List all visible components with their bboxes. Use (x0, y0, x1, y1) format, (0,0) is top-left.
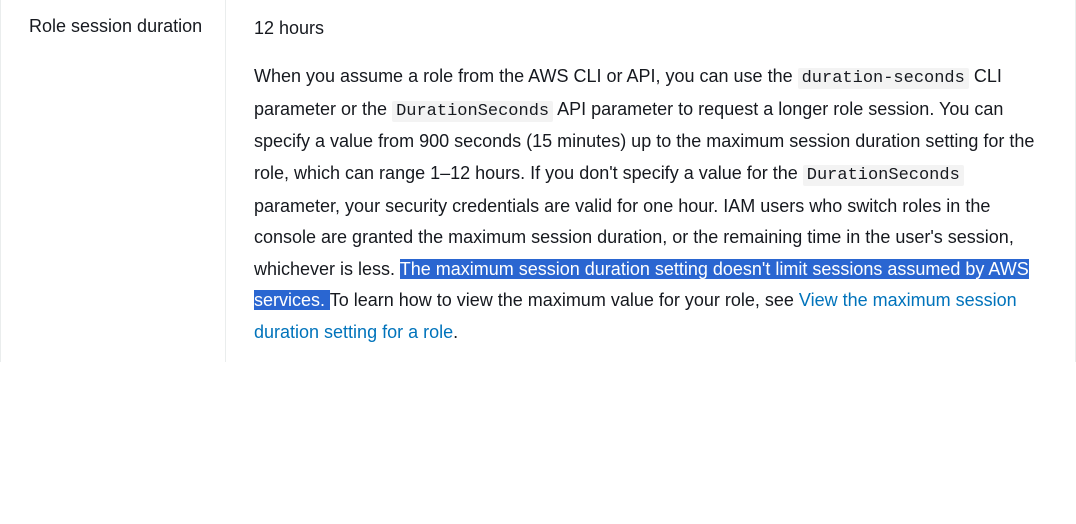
label-column: Role session duration (1, 0, 226, 362)
code-duration-seconds-api: DurationSeconds (392, 101, 553, 122)
role-session-row: Role session duration 12 hours When you … (0, 0, 1076, 362)
code-duration-seconds: duration-seconds (798, 68, 969, 89)
code-duration-seconds-param: DurationSeconds (803, 165, 964, 186)
value-column: 12 hours When you assume a role from the… (226, 0, 1075, 362)
field-description: When you assume a role from the AWS CLI … (254, 61, 1047, 348)
field-label: Role session duration (29, 14, 205, 39)
desc-text-1: When you assume a role from the AWS CLI … (254, 66, 798, 86)
desc-text-6: . (453, 322, 458, 342)
field-value: 12 hours (254, 14, 1047, 43)
desc-text-5: To learn how to view the maximum value f… (330, 290, 799, 310)
